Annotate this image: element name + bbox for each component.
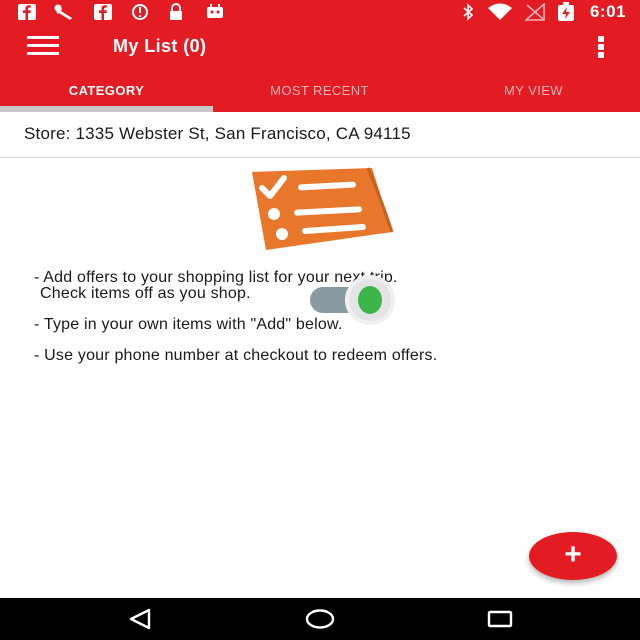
instruction-line-2: Check items off as you shop. xyxy=(40,285,251,302)
plus-icon: + xyxy=(564,537,582,571)
overflow-menu-icon[interactable] xyxy=(594,36,610,58)
tab-most-recent[interactable]: MOST RECENT xyxy=(213,68,426,112)
toggle-switch[interactable] xyxy=(310,274,396,326)
home-icon[interactable] xyxy=(300,606,340,632)
app-bar: My List (0) xyxy=(0,24,640,68)
alert-icon xyxy=(130,3,150,21)
android-icon xyxy=(204,3,226,21)
wifi-icon xyxy=(486,3,514,21)
facebook-icon xyxy=(16,3,38,21)
clock: 6:01 xyxy=(589,2,626,21)
hamburger-menu-icon[interactable] xyxy=(27,36,61,56)
tab-my-view[interactable]: MY VIEW xyxy=(427,68,640,112)
battery-charging-icon xyxy=(556,2,576,21)
facebook-icon xyxy=(92,3,114,21)
lock-icon xyxy=(167,3,185,21)
navigation-bar xyxy=(0,598,640,640)
wrench-icon xyxy=(52,3,78,21)
store-address: Store: 1335 Webster St, San Francisco, C… xyxy=(24,124,411,143)
no-signal-icon xyxy=(524,3,546,21)
status-bar: 6:01 xyxy=(0,0,640,24)
shopping-list-illustration xyxy=(248,166,398,252)
instruction-line-4: - Use your phone number at checkout to r… xyxy=(34,347,438,364)
back-icon[interactable] xyxy=(120,606,160,632)
instruction-line-3: - Type in your own items with "Add" belo… xyxy=(34,316,343,333)
store-row[interactable]: Store: 1335 Webster St, San Francisco, C… xyxy=(0,112,640,158)
bluetooth-icon xyxy=(460,3,476,21)
page-title: My List (0) xyxy=(113,36,207,56)
recents-icon[interactable] xyxy=(480,606,520,632)
add-item-button[interactable]: + xyxy=(529,532,617,580)
